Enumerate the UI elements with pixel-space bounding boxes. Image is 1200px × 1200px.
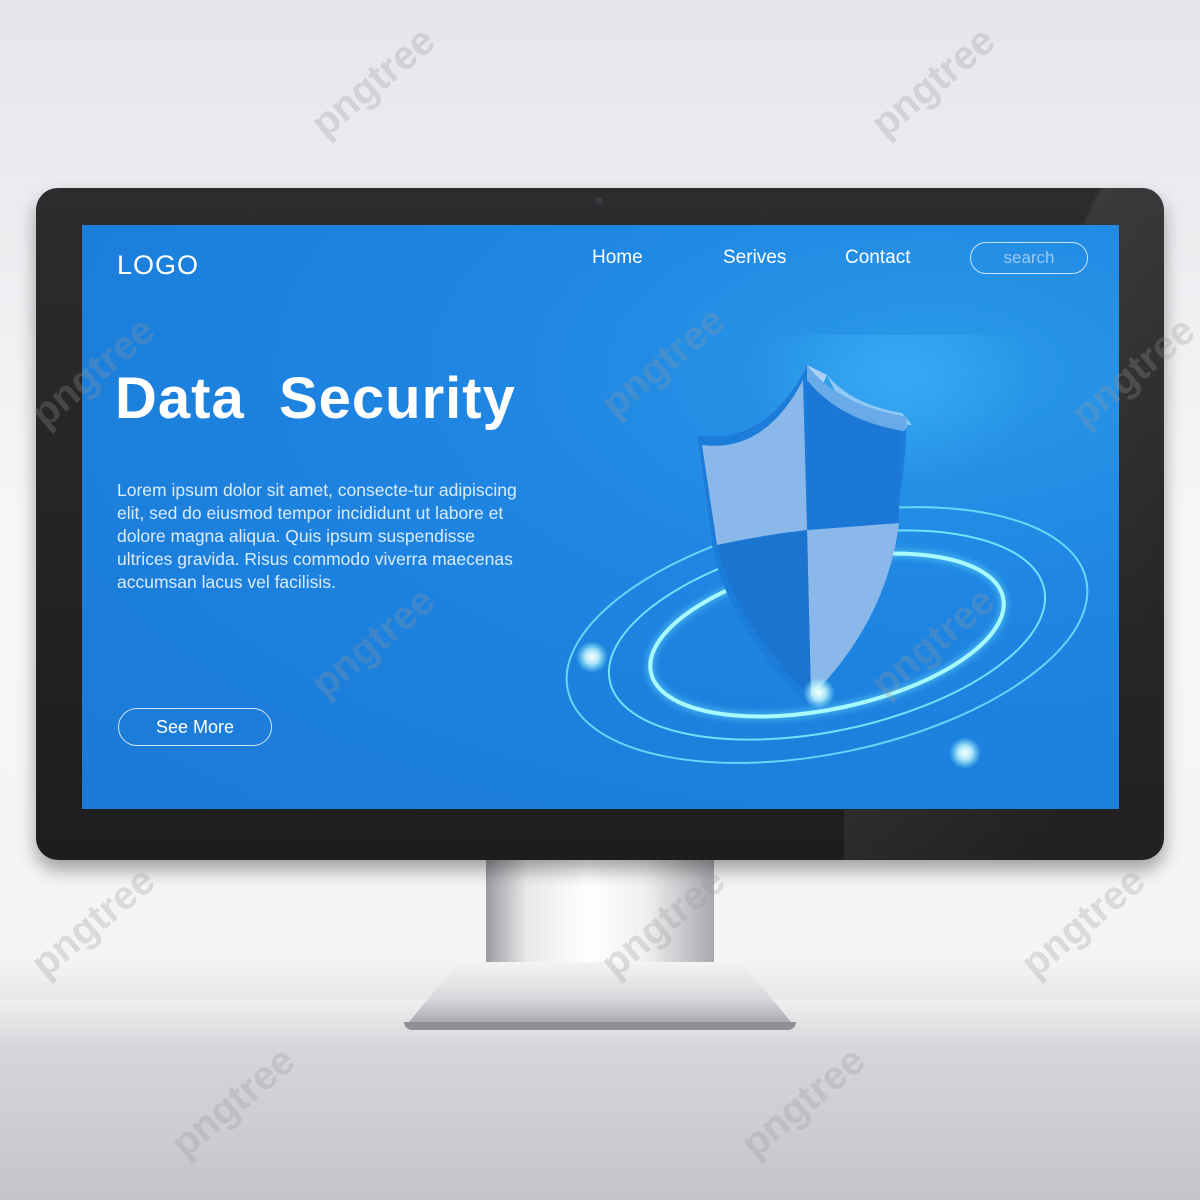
- watermark-text: pngtree: [1012, 858, 1154, 987]
- watermark-text: pngtree: [22, 858, 164, 987]
- floor-shadow: [0, 1000, 1200, 1200]
- shield-icon: [697, 365, 912, 705]
- watermark-text: pngtree: [302, 18, 444, 147]
- monitor-screen: LOGO Home Serives Contact Data Security …: [82, 225, 1119, 809]
- hero-title: Data Security: [115, 366, 516, 431]
- watermark-text: pngtree: [862, 18, 1004, 147]
- nav-link-home[interactable]: Home: [592, 247, 643, 269]
- hero-description: Lorem ipsum dolor sit amet, consecte-tur…: [117, 480, 517, 592]
- webcam-dot: [595, 197, 603, 205]
- see-more-button[interactable]: See More: [118, 708, 272, 746]
- monitor-stand-base-edge: [404, 1022, 796, 1030]
- nav-logo[interactable]: LOGO: [117, 250, 199, 281]
- search-input[interactable]: [970, 242, 1088, 274]
- monitor-stand-base: [404, 962, 796, 1028]
- nav-link-services[interactable]: Serives: [723, 247, 786, 269]
- security-illustration: [565, 335, 1089, 769]
- nav-link-contact[interactable]: Contact: [845, 247, 910, 269]
